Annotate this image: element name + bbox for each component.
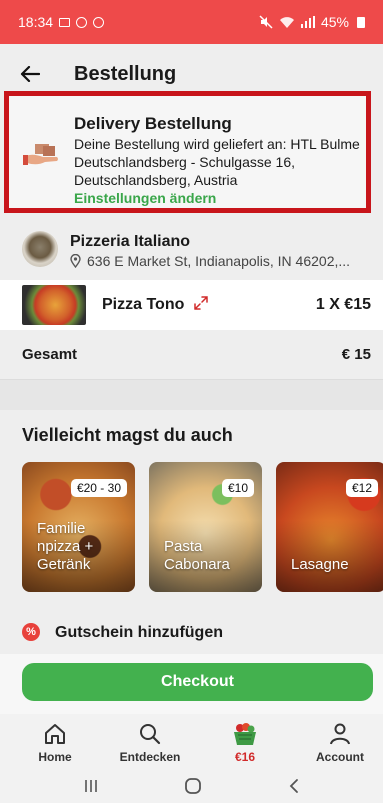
total-value: € 15 <box>341 346 371 363</box>
order-item-row[interactable]: Pizza Tono 1 X €15 <box>0 280 383 330</box>
battery-percent: 45% <box>320 14 349 30</box>
restaurant-logo <box>22 231 58 267</box>
search-icon <box>140 724 161 745</box>
suggestion-card[interactable]: €12 Lasagne <box>276 462 383 592</box>
status-time: 18:34 <box>18 14 54 30</box>
recent-apps-icon[interactable] <box>83 778 99 794</box>
basket-icon <box>234 723 256 745</box>
suggestion-card[interactable]: €20 - 30 Familie npizza + Getränk <box>22 462 135 592</box>
nav-home-label: Home <box>38 750 72 764</box>
system-nav-bar <box>0 768 383 803</box>
signal-icon <box>300 16 315 28</box>
change-settings-link[interactable]: Einstellungen ändern <box>74 189 364 207</box>
arrow-left-icon <box>20 66 40 82</box>
checkout-button[interactable]: Checkout <box>22 663 373 701</box>
restaurant-name: Pizzeria Italiano <box>70 233 191 250</box>
whatsapp-icon <box>76 16 88 28</box>
suggestion-carousel[interactable]: €20 - 30 Familie npizza + Getränk €10 Pa… <box>22 462 383 592</box>
delivery-title: Delivery Bestellung <box>74 114 232 133</box>
delivery-address: Deine Bestellung wird geliefert an: HTL … <box>74 136 360 188</box>
item-name: Pizza Tono <box>102 296 185 313</box>
section-divider <box>0 380 383 410</box>
location-pin-icon <box>70 254 81 268</box>
home-icon <box>45 724 65 744</box>
delivery-info-box: Delivery Bestellung Deine Bestellung wir… <box>4 91 371 213</box>
suggestions-title: Vielleicht magst du auch <box>22 425 233 445</box>
nav-cart[interactable]: €16 <box>205 722 285 764</box>
add-voucher-row[interactable]: % Gutschein hinzufügen <box>0 608 383 654</box>
wifi-icon <box>279 16 294 28</box>
nav-cart-label: €16 <box>234 750 256 764</box>
page-title: Bestellung <box>74 62 177 85</box>
restaurant-address: 636 E Market St, Indianapolis, IN 46202,… <box>87 253 351 269</box>
restaurant-info: Pizzeria Italiano 636 E Market St, India… <box>0 224 383 278</box>
bottom-nav: Home Entdecken €16 Account <box>0 714 383 768</box>
voucher-label: Gutschein hinzufügen <box>55 624 223 641</box>
nav-discover-label: Entdecken <box>119 750 181 764</box>
user-icon <box>330 723 350 745</box>
nav-home[interactable]: Home <box>15 722 95 764</box>
price-badge: €12 <box>345 479 378 497</box>
home-button-icon[interactable] <box>184 777 202 795</box>
circle-icon <box>93 16 105 28</box>
total-row: Gesamt € 15 <box>0 330 383 380</box>
total-label: Gesamt <box>22 346 78 363</box>
status-bar: 18:34 45% <box>0 0 383 44</box>
pizza-thumbnail <box>22 285 86 325</box>
item-qty-price: 1 X €15 <box>315 296 371 313</box>
suggestion-label: Pasta Cabonara <box>164 538 230 573</box>
expand-icon[interactable] <box>193 295 209 311</box>
percent-icon: % <box>22 623 40 641</box>
price-badge: €10 <box>221 479 254 497</box>
delivery-hand-icon <box>23 144 58 165</box>
battery-icon <box>357 16 365 28</box>
restaurant-address-row: 636 E Market St, Indianapolis, IN 46202,… <box>70 253 370 269</box>
nav-account[interactable]: Account <box>300 722 380 764</box>
price-badge: €20 - 30 <box>70 479 127 497</box>
mute-icon <box>259 15 273 29</box>
nav-account-label: Account <box>316 750 364 764</box>
suggestion-label: Familie npizza + Getränk <box>37 520 94 573</box>
nav-discover[interactable]: Entdecken <box>110 722 190 764</box>
suggestion-card[interactable]: €10 Pasta Cabonara <box>149 462 262 592</box>
suggestion-label: Lasagne <box>291 556 349 573</box>
gallery-icon <box>59 17 71 27</box>
back-nav-icon[interactable] <box>287 778 301 794</box>
